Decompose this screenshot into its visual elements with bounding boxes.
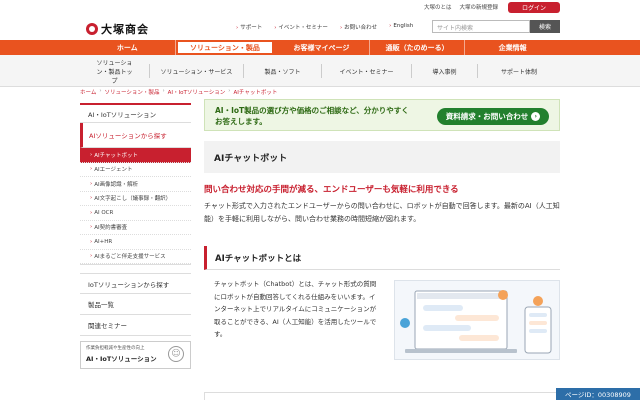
- chatbot-illustration: [394, 280, 560, 360]
- subnav-services[interactable]: ソリューション・サービス: [150, 64, 244, 78]
- utility-links: 大塚のとは 大塚の新規登録: [424, 3, 498, 11]
- search-button[interactable]: 検索: [530, 20, 560, 33]
- nav-company[interactable]: 企業情報: [465, 40, 560, 55]
- header-links: サポート イベント・セミナー お問い合わせ English: [236, 23, 413, 31]
- sidebar-item-iot[interactable]: IoTソリューションから探す: [80, 273, 191, 294]
- sidebar-item-agent[interactable]: AIエージェント: [80, 163, 191, 177]
- header-link-events[interactable]: イベント・セミナー: [274, 23, 328, 31]
- sidebar-section-ai[interactable]: AIソリューションから探す: [80, 123, 191, 148]
- robot-icon: ☺: [168, 346, 184, 362]
- crumb-ai-iot[interactable]: AI・IoTソリューション: [168, 88, 226, 96]
- sidebar-item-contract[interactable]: AI契約書審査: [80, 221, 191, 235]
- nav-tanomail[interactable]: 通販（たのめーる）: [370, 40, 466, 55]
- login-button[interactable]: ログイン: [508, 2, 560, 13]
- sidebar-item-ocr[interactable]: AI OCR: [80, 206, 191, 221]
- sidebar-item-image[interactable]: AI画像認識・解析: [80, 177, 191, 192]
- crumb-home[interactable]: ホーム: [80, 88, 96, 96]
- sub-nav: ソリューション・製品トップ ソリューション・サービス 製品・ソフト イベント・セ…: [0, 55, 640, 87]
- main-content: AI・IoT製品の選び方や価格のご相談など、分かりやすくお答えします。 資料請求…: [204, 99, 560, 360]
- header-link-support[interactable]: サポート: [236, 23, 262, 31]
- sidebar-item-transcribe[interactable]: AI文字起こし（議事録・翻訳）: [80, 192, 191, 206]
- cta-contact-button[interactable]: 資料請求・お問い合わせ ›: [437, 108, 549, 125]
- subnav-events[interactable]: イベント・セミナー: [322, 64, 412, 78]
- utility-bar: 大塚のとは 大塚の新規登録 ログイン: [0, 0, 640, 14]
- header-link-english[interactable]: English: [389, 23, 413, 31]
- breadcrumb: ホーム › ソリューション・製品 › AI・IoTソリューション › AIチャッ…: [80, 88, 277, 96]
- nav-home[interactable]: ホーム: [80, 40, 176, 55]
- sidebar-item-chatbot[interactable]: AIチャットボット: [80, 148, 191, 163]
- subnav-top[interactable]: ソリューション・製品トップ: [80, 60, 150, 85]
- crumb-separator: ›: [162, 88, 165, 94]
- site-logo[interactable]: 大塚商会: [86, 21, 149, 37]
- main-nav: ホーム ソリューション・製品 お客様マイページ 通販（たのめーる） 企業情報: [0, 40, 640, 55]
- next-section-box: [204, 392, 560, 400]
- sidebar-subitems: AIチャットボット AIエージェント AI画像認識・解析 AI文字起こし（議事録…: [80, 148, 191, 265]
- sidebar-item-seminars[interactable]: 関連セミナー: [80, 315, 191, 336]
- sidebar-item-products[interactable]: 製品一覧: [80, 294, 191, 315]
- util-link-register[interactable]: 大塚の新規登録: [459, 3, 498, 11]
- section-text: チャットボット（Chatbot）とは、チャット形式の質問にロボットが自動回答して…: [214, 280, 377, 338]
- sidebar: AI・IoTソリューション AIソリューションから探す AIチャットボット AI…: [80, 103, 191, 369]
- section-body: チャットボット（Chatbot）とは、チャット形式の質問にロボットが自動回答して…: [204, 278, 560, 360]
- sidebar-item-hr[interactable]: AI+HR: [80, 235, 191, 250]
- site-header: 大塚商会 サポート イベント・セミナー お問い合わせ English サイト内検…: [0, 14, 640, 40]
- header-link-contact[interactable]: お問い合わせ: [340, 23, 377, 31]
- crumb-solutions[interactable]: ソリューション・製品: [105, 88, 160, 96]
- subnav-products[interactable]: 製品・ソフト: [244, 64, 322, 78]
- cta-message: AI・IoT製品の選び方や価格のご相談など、分かりやすくお答えします。: [215, 106, 409, 126]
- cta-button-label: 資料請求・お問い合わせ: [445, 112, 529, 121]
- sidebar-banner[interactable]: 作業負担軽減や生産性の向上 AI・IoTソリューション ☺: [80, 341, 191, 369]
- search-input[interactable]: サイト内検索: [432, 20, 530, 33]
- nav-mypage[interactable]: お客様マイページ: [274, 40, 370, 55]
- logo-mark-icon: [86, 23, 98, 35]
- subnav-support[interactable]: サポート体制: [478, 64, 560, 78]
- lead-heading: 問い合わせ対応の手間が減る、エンドユーザーも気軽に利用できる: [204, 185, 459, 195]
- page-id-badge: ページID：00308909: [556, 388, 640, 400]
- chatbot-devices-icon: [400, 290, 552, 354]
- subnav-cases[interactable]: 導入事例: [412, 64, 478, 78]
- intro-text: チャット形式で入力されたエンドユーザーからの問い合わせに、ロボットが自動で回答し…: [204, 202, 560, 223]
- sidebar-title[interactable]: AI・IoTソリューション: [80, 103, 191, 123]
- arrow-right-icon: ›: [531, 112, 541, 121]
- crumb-current: AIチャットボット: [233, 90, 278, 96]
- sidebar-item-support[interactable]: AIまるごと伴走支援サービス: [80, 250, 191, 264]
- page-title: AIチャットボット: [204, 141, 560, 173]
- nav-solutions[interactable]: ソリューション・製品: [175, 40, 275, 55]
- cta-banner: AI・IoT製品の選び方や価格のご相談など、分かりやすくお答えします。 資料請求…: [204, 99, 560, 131]
- section-title: AIチャットボットとは: [204, 246, 560, 270]
- crumb-separator: ›: [228, 88, 231, 94]
- util-link-about[interactable]: 大塚のとは: [424, 3, 452, 11]
- crumb-separator: ›: [99, 88, 102, 94]
- logo-text: 大塚商会: [101, 23, 149, 36]
